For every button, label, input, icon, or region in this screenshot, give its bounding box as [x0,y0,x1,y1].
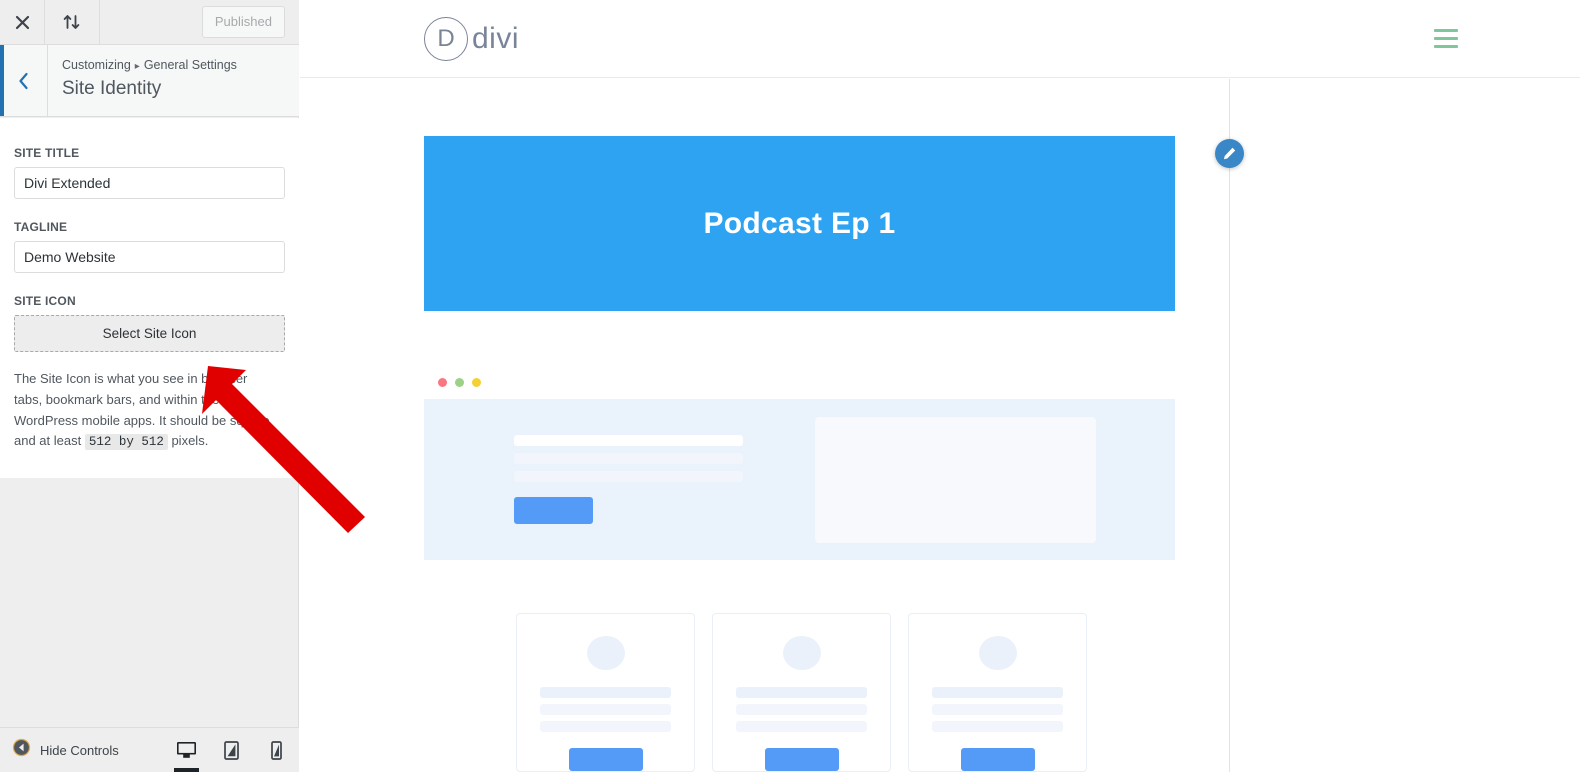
customizer-footer: Hide Controls [0,727,299,772]
breadcrumb-section[interactable]: General Settings [144,58,237,72]
edit-section-button[interactable] [1215,139,1244,168]
skeleton-section [424,371,1175,560]
site-title-field-group: SITE TITLE [14,146,285,199]
card-line-3 [932,721,1063,733]
close-icon[interactable] [0,0,45,44]
hamburger-menu-icon[interactable] [1434,29,1458,48]
breadcrumb-separator-icon: ▸ [134,61,140,72]
customizer-topbar: Published [0,0,299,45]
card-1[interactable] [516,613,695,772]
collapse-sort-icon[interactable] [45,0,100,44]
preview-column-divider [1229,79,1230,772]
card-avatar [782,636,821,671]
page-title: Site Identity [62,77,162,99]
card-lines [540,687,671,738]
card-button[interactable] [960,748,1035,771]
card-avatar [586,636,625,671]
skeleton-line-2 [514,453,743,464]
desktop-icon[interactable] [164,728,209,772]
tagline-field-group: TAGLINE [14,220,285,273]
card-line-1 [540,687,671,699]
card-button[interactable] [764,748,839,771]
site-header: D divi [300,0,1580,78]
card-line-1 [932,687,1063,699]
skeleton-body [424,399,1175,560]
collapse-left-icon [12,738,31,762]
card-line-2 [736,704,867,716]
panel-header-texts: Customizing ▸ General Settings Site Identi… [48,45,237,116]
chevron-left-icon[interactable] [0,45,48,116]
device-preview-group [164,728,299,772]
card-avatar [978,636,1017,671]
skeleton-cta-button[interactable] [514,497,593,524]
dot-green [455,378,464,387]
skeleton-dots [424,371,1175,399]
hamburger-bar-3 [1434,44,1458,48]
hero-title: Podcast Ep 1 [703,206,896,240]
site-icon-description-part2: pixels. [167,433,209,449]
skeleton-image-placeholder [815,416,1096,543]
card-lines [932,687,1063,738]
card-lines [736,687,867,738]
breadcrumb-root[interactable]: Customizing [62,58,131,72]
panel-header: Customizing ▸ General Settings Site Identi… [0,45,299,117]
dot-yellow [472,378,481,387]
mobile-icon[interactable] [254,728,299,772]
screen-root: Published Customizing ▸ General Settings S… [0,0,1580,772]
select-site-icon-button[interactable]: Select Site Icon [14,315,285,352]
hide-controls-button[interactable]: Hide Controls [0,738,119,762]
site-icon-description-code: 512 by 512 [84,434,168,451]
site-title-input[interactable] [14,167,285,199]
site-identity-form: SITE TITLE TAGLINE SITE ICON Select Site… [0,118,299,478]
tagline-label: TAGLINE [14,220,68,234]
card-grid [516,613,1087,772]
skeleton-text-column [424,435,799,524]
hero-banner: Podcast Ep 1 [424,136,1175,311]
hide-controls-label: Hide Controls [40,742,119,758]
card-line-2 [540,704,671,716]
dot-red [438,378,447,387]
tagline-input[interactable] [14,241,285,273]
skeleton-line-1 [514,435,743,446]
customizer-sidebar: Published Customizing ▸ General Settings S… [0,0,299,772]
card-button[interactable] [568,748,643,771]
divi-logo-word: divi [472,21,520,55]
card-line-3 [540,721,671,733]
site-icon-description: The Site Icon is what you see in browser… [14,369,276,452]
tablet-icon[interactable] [209,728,254,772]
breadcrumb: Customizing ▸ General Settings [62,57,237,75]
hamburger-bar-2 [1434,36,1458,41]
divi-logo[interactable]: D divi [424,16,520,61]
hamburger-bar-1 [1434,29,1458,33]
site-icon-field-group: SITE ICON Select Site Icon The Site Icon… [14,294,285,452]
site-icon-label: SITE ICON [14,294,76,308]
card-3[interactable] [908,613,1087,772]
site-title-label: SITE TITLE [14,146,80,160]
pencil-edit-icon [1223,147,1236,160]
divi-logo-mark: D [424,16,468,61]
card-line-1 [736,687,867,699]
card-2[interactable] [712,613,891,772]
card-line-3 [736,721,867,733]
skeleton-line-3 [514,471,743,482]
publish-button[interactable]: Published [201,5,285,39]
site-preview-frame: D divi Podcast Ep 1 [300,0,1580,772]
card-line-2 [932,704,1063,716]
